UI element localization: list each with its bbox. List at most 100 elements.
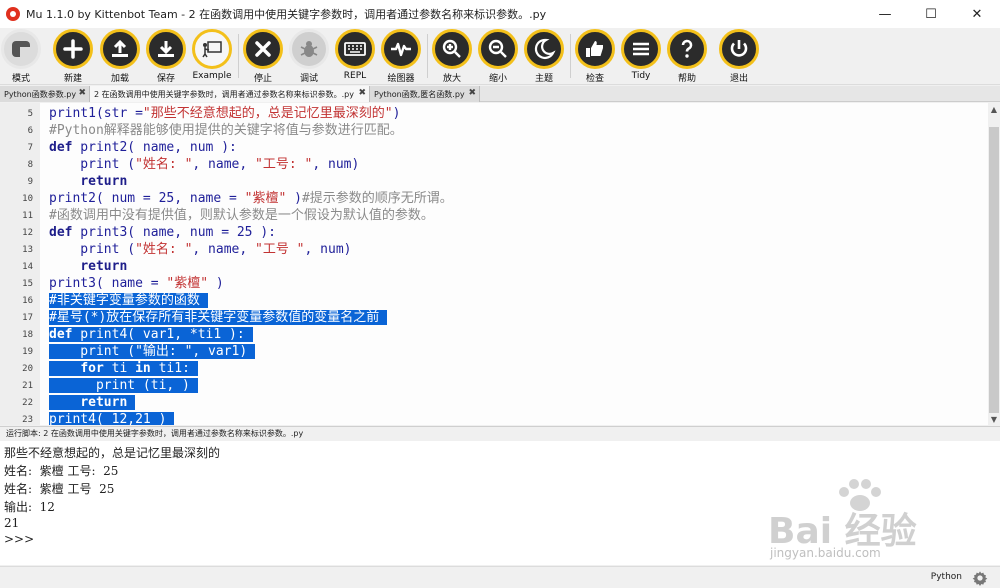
keyboard-icon	[335, 29, 375, 69]
code-line[interactable]: print ("姓名: ", name, "工号 ", num)	[49, 241, 351, 258]
mode-button[interactable]: 模式	[0, 29, 44, 84]
close-tab-icon[interactable]: ✖	[358, 88, 366, 98]
load-button[interactable]: 加载	[97, 29, 143, 84]
mu-editor-window: Mu 1.1.0 by Kittenbot Team - 2 在函数调用中使用关…	[0, 0, 1000, 588]
quit-label: 退出	[729, 74, 748, 84]
selected-code[interactable]: print (ti, )	[49, 378, 198, 393]
zoom-out-label: 缩小	[488, 74, 507, 84]
code-line[interactable]: for ti in ti1:	[49, 360, 198, 377]
code-line[interactable]: def print4( var1, *ti1 ):	[49, 326, 253, 343]
close-tab-icon[interactable]: ✖	[78, 88, 86, 98]
editor-vertical-scrollbar[interactable]: ▲ ▼	[988, 103, 1000, 425]
selected-code[interactable]: def print4( var1, *ti1 ):	[49, 327, 253, 342]
tidy-icon	[621, 29, 661, 69]
stop-button[interactable]: 停止	[240, 29, 286, 84]
example-button[interactable]: Example	[189, 29, 235, 81]
close-tab-icon[interactable]: ✖	[468, 88, 476, 98]
quit-button[interactable]: 退出	[716, 29, 762, 84]
tab-python-func-params[interactable]: Python函数参数.py ✖	[0, 86, 90, 102]
mode-icon	[1, 29, 41, 69]
plus-icon	[53, 29, 93, 69]
code-line[interactable]: print4( 12,21 )	[49, 411, 175, 425]
output-line: 21	[4, 516, 20, 530]
code-line[interactable]: print1(str ="那些不经意想起的，总是记忆里最深刻的")	[49, 105, 400, 122]
line-number: 10	[22, 194, 33, 204]
selected-code[interactable]: #星号(*)放在保存所有非关键字变量参数值的变量名之前	[49, 310, 388, 325]
output-line: 姓名: 紫檀 工号 25	[4, 482, 115, 496]
toolbar-separator	[427, 34, 428, 78]
help-button[interactable]: 帮助	[664, 29, 710, 84]
help-icon	[667, 29, 707, 69]
code-line[interactable]: #Python解释器能够使用提供的关键字将值与参数进行匹配。	[49, 122, 403, 139]
tab-label: Python函数参数.py	[4, 89, 77, 99]
line-number: 19	[22, 347, 33, 357]
scrollbar-thumb[interactable]	[989, 127, 999, 413]
code-line[interactable]: return	[49, 394, 136, 411]
tidy-label: Tidy	[631, 71, 651, 81]
selected-code[interactable]: return	[49, 395, 136, 410]
selected-code[interactable]: print4( 12,21 )	[49, 412, 175, 425]
line-number: 16	[22, 296, 33, 306]
save-button[interactable]: 保存	[143, 29, 189, 84]
code-line[interactable]: print2( num = 25, name = "紫檀" )#提示参数的顺序无…	[49, 190, 453, 207]
scroll-up-arrow-icon[interactable]: ▲	[988, 103, 1000, 115]
line-number: 22	[22, 398, 33, 408]
maximize-button[interactable]: ☐	[908, 0, 954, 28]
check-label: 检查	[585, 74, 604, 84]
output-line: 那些不经意想起的，总是记忆里最深刻的	[4, 446, 221, 460]
code-line[interactable]: #星号(*)放在保存所有非关键字变量参数值的变量名之前	[49, 309, 388, 326]
tidy-button[interactable]: Tidy	[618, 29, 664, 81]
run-panel-header: 运行脚本: 2 在函数调用中使用关键字参数时，调用者通过参数名称来标识参数。.p…	[0, 426, 1000, 440]
code-line[interactable]: print (ti, )	[49, 377, 198, 394]
new-button[interactable]: 新建	[50, 29, 96, 84]
bug-icon	[289, 29, 329, 69]
tab-anonymous-func[interactable]: Python函数,匿名函数.py ✖	[370, 86, 480, 102]
repl-button[interactable]: REPL	[332, 29, 378, 81]
baidu-watermark: Bai 经验 jingyan.baidu.com	[760, 476, 980, 566]
zoom-in-button[interactable]: 放大	[429, 29, 475, 84]
minimize-button[interactable]: —	[862, 0, 908, 28]
tab-label: 2 在函数调用中使用关键字参数时，调用者通过参数名称来标识参数。.py	[94, 89, 354, 99]
line-number: 6	[27, 126, 33, 136]
window-title: Mu 1.1.0 by Kittenbot Team - 2 在函数调用中使用关…	[26, 8, 547, 21]
gear-icon[interactable]	[972, 570, 988, 586]
code-editor[interactable]: 5 6 7 8 9 10 11 12 13 14 15 16 17 18 19 20 21 22 23 print1…	[0, 103, 988, 425]
mu-app-icon	[6, 7, 20, 21]
code-line[interactable]: def print3( name, num = 25 ):	[49, 224, 276, 241]
code-line[interactable]: return	[49, 173, 127, 190]
selected-code[interactable]: for ti in ti1:	[49, 361, 198, 376]
code-line[interactable]: #非关键字变量参数的函数	[49, 292, 208, 309]
code-line[interactable]: #函数调用中没有提供值，则默认参数是一个假设为默认值的参数。	[49, 207, 434, 224]
line-number: 18	[22, 330, 33, 340]
new-label: 新建	[63, 74, 82, 84]
line-number: 7	[27, 143, 33, 153]
upload-icon	[100, 29, 140, 69]
repl-prompt[interactable]: >>>	[4, 532, 34, 546]
debug-button[interactable]: 调试	[286, 29, 332, 84]
tab-keyword-args[interactable]: 2 在函数调用中使用关键字参数时，调用者通过参数名称来标识参数。.py ✖	[90, 86, 370, 102]
selected-code[interactable]: #非关键字变量参数的函数	[49, 293, 208, 308]
code-line[interactable]: print3( name = "紫檀" )	[49, 275, 224, 292]
mode-label: 模式	[11, 74, 30, 84]
zoom-out-button[interactable]: 缩小	[475, 29, 521, 84]
code-line[interactable]: print ("姓名: ", name, "工号: ", num)	[49, 156, 359, 173]
line-number: 12	[22, 228, 33, 238]
selected-code[interactable]: print ("输出: ", var1)	[49, 344, 256, 359]
code-line[interactable]: print ("输出: ", var1)	[49, 343, 256, 360]
line-number: 23	[22, 415, 33, 425]
check-button[interactable]: 检查	[572, 29, 618, 84]
debug-label: 调试	[299, 74, 318, 84]
plotter-button[interactable]: 绘图器	[378, 29, 424, 84]
theme-button[interactable]: 主题	[521, 29, 567, 84]
output-line: 输出: 12	[4, 500, 55, 514]
load-label: 加载	[110, 74, 129, 84]
save-label: 保存	[156, 74, 175, 84]
code-line[interactable]: def print2( name, num ):	[49, 139, 237, 156]
line-number: 5	[27, 109, 33, 119]
close-window-button[interactable]: ✕	[954, 0, 1000, 28]
code-line[interactable]: return	[49, 258, 127, 275]
title-bar: Mu 1.1.0 by Kittenbot Team - 2 在函数调用中使用关…	[0, 0, 1000, 28]
line-number: 14	[22, 262, 33, 272]
scroll-down-arrow-icon[interactable]: ▼	[988, 413, 1000, 425]
line-number: 11	[22, 211, 33, 221]
